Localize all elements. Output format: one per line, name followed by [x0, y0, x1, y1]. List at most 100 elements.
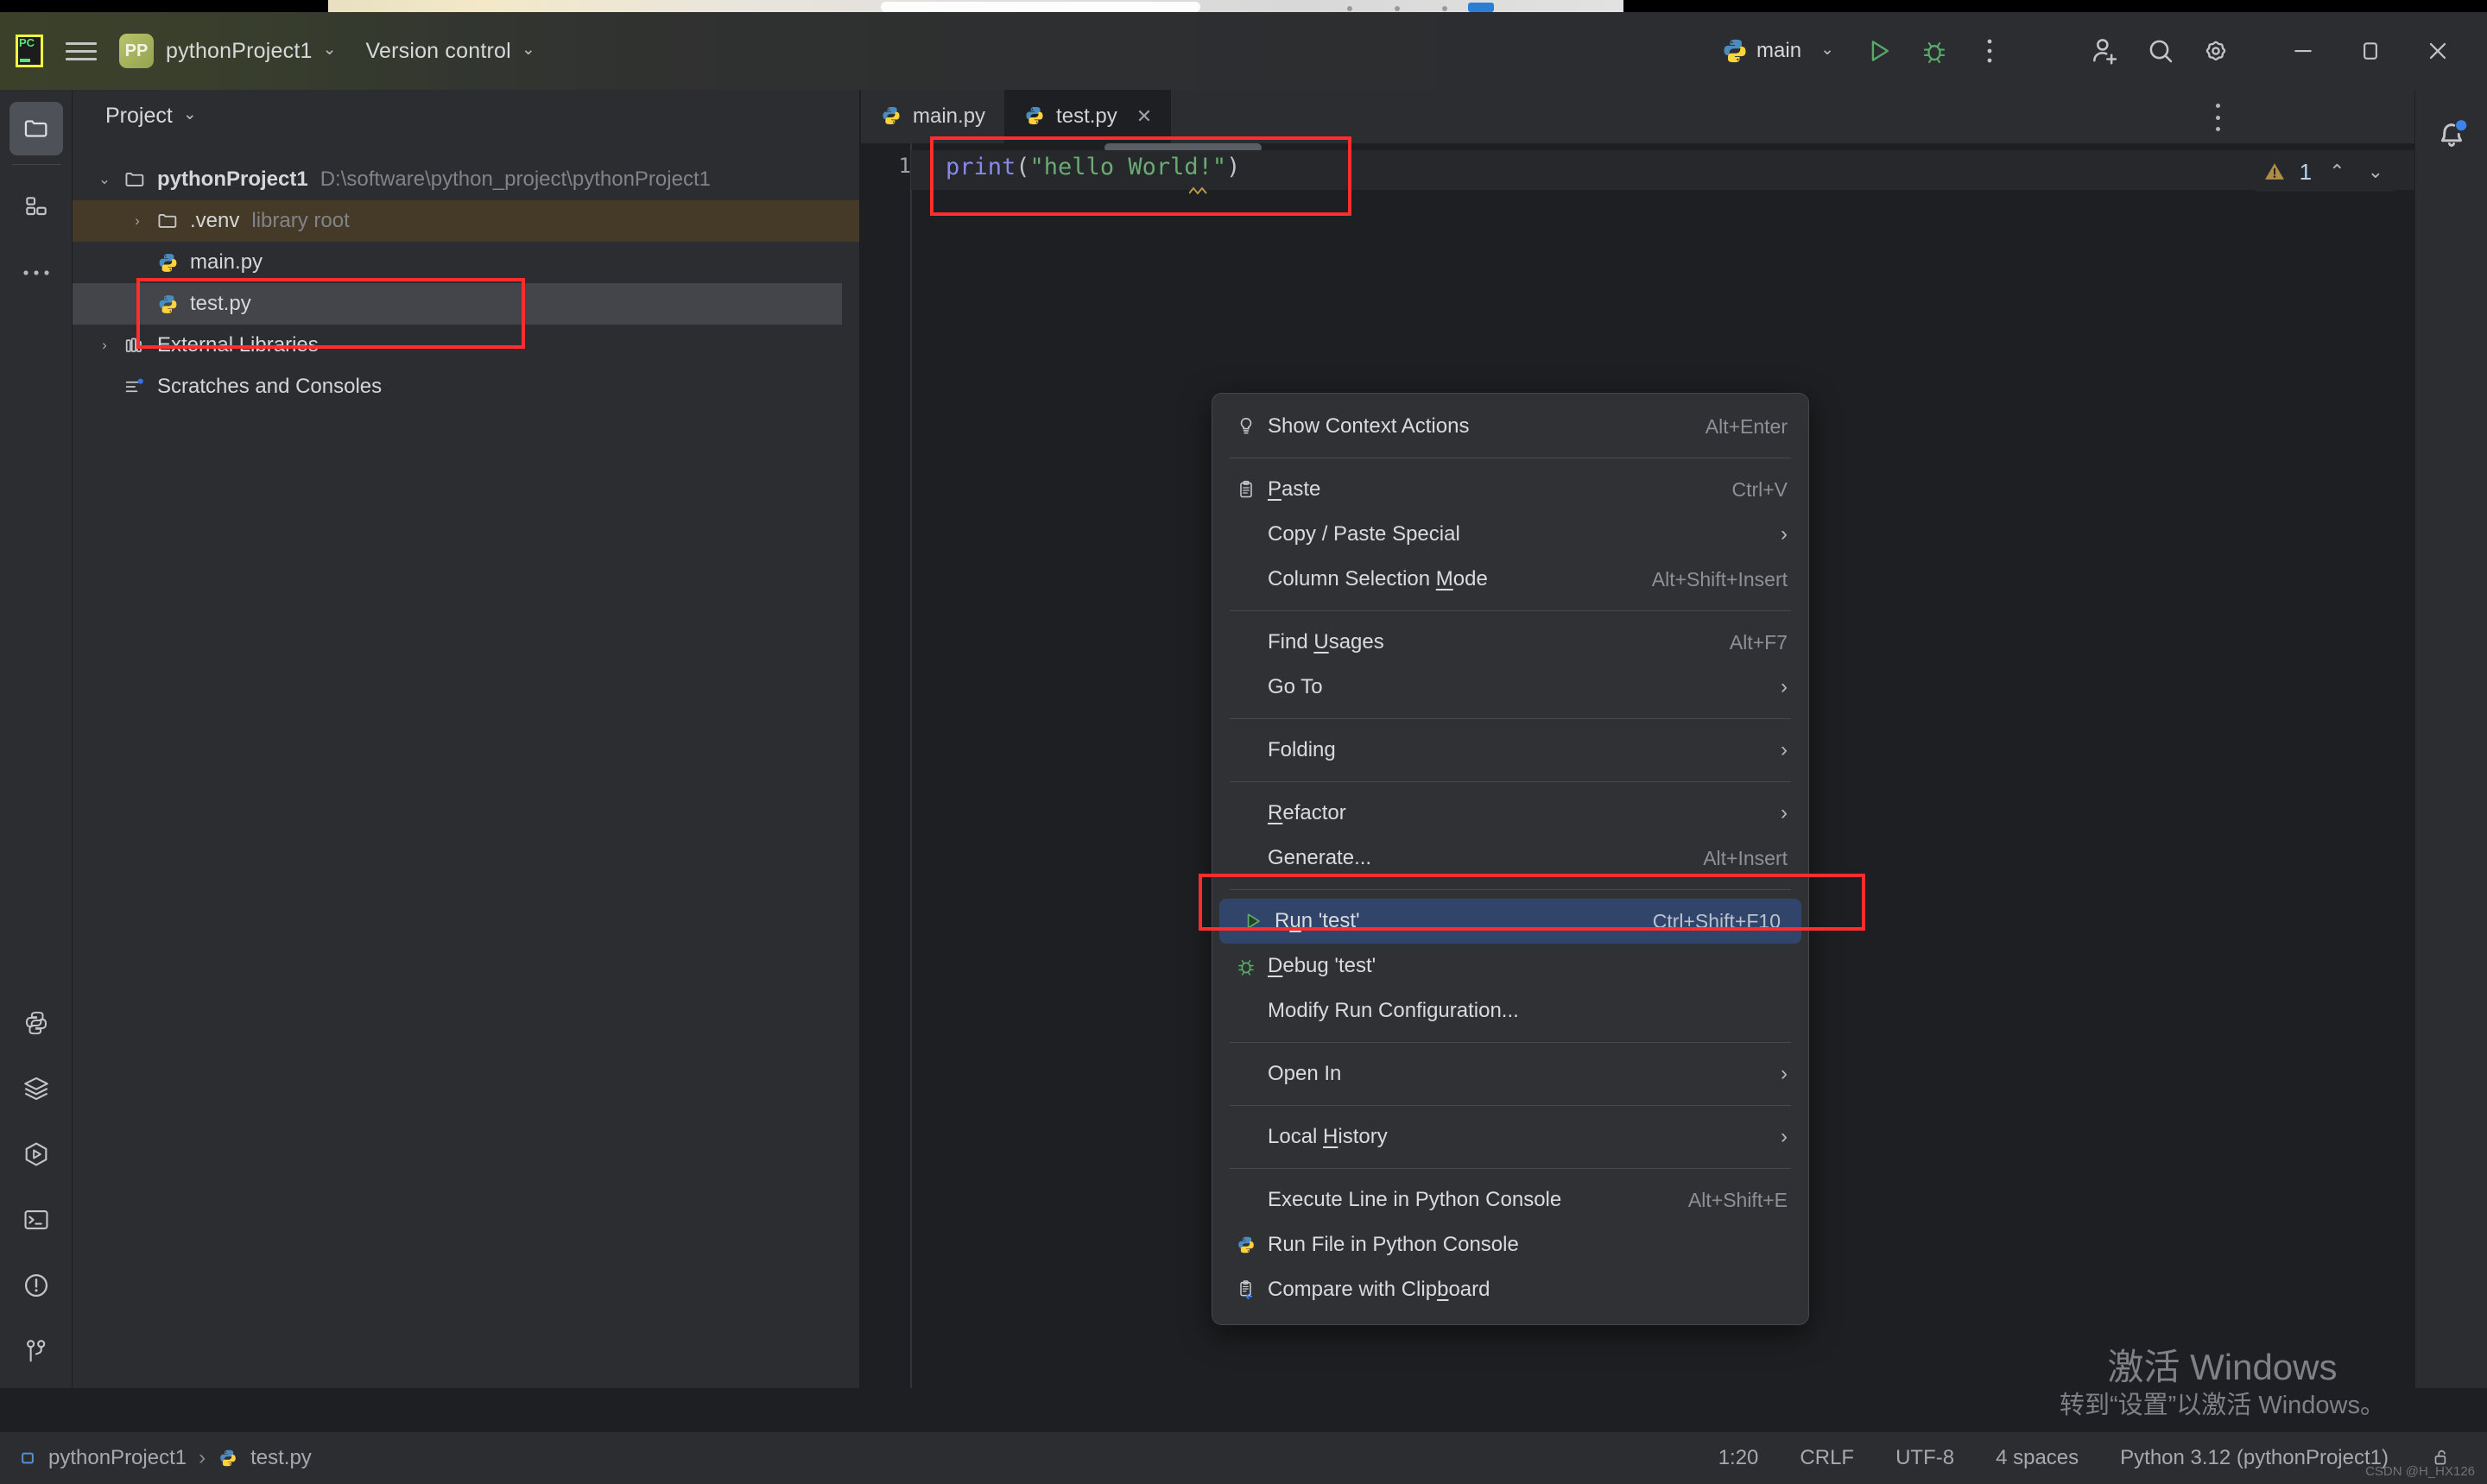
version-control-branch-icon: [26, 1340, 45, 1362]
line-separator[interactable]: CRLF: [1800, 1446, 1854, 1470]
close-tab-icon[interactable]: ✕: [1136, 105, 1152, 128]
project-tree: ⌄ pythonProject1 D:\software\python_proj…: [73, 142, 859, 407]
menu-item-label: Modify Run Configuration...: [1268, 999, 1519, 1022]
tree-item-pythonproject1[interactable]: ⌄ pythonProject1 D:\software\python_proj…: [73, 159, 859, 200]
debug-bug-icon: [1230, 955, 1262, 977]
editor-options-icon[interactable]: [2202, 104, 2233, 131]
sidebar-item-terminal[interactable]: [9, 1193, 63, 1247]
debug-bug-icon: [1923, 41, 1946, 64]
tree-item-test-py[interactable]: test.py: [73, 283, 842, 325]
maximize-window-button[interactable]: [2337, 12, 2404, 90]
structure-icon: [25, 197, 47, 216]
watermark-credit: CSDN @H_HX126: [2365, 1464, 2475, 1479]
warning-squiggle-icon: [1189, 186, 1207, 195]
inspection-widget[interactable]: 1 ⌃ ⌄: [2250, 152, 2399, 192]
menu-separator: [1230, 781, 1791, 782]
add-user-button[interactable]: [2078, 23, 2133, 79]
menu-item-paste[interactable]: Paste Ctrl+V: [1212, 467, 1808, 512]
editor-context-menu[interactable]: Show Context Actions Alt+Enter Paste Ctr…: [1212, 393, 1809, 1325]
menu-item-go-to[interactable]: Go To ›: [1212, 665, 1808, 710]
next-highlight-icon[interactable]: ⌄: [2363, 161, 2389, 183]
menu-item-mnemonic: R: [1268, 801, 1283, 824]
chevron-right-icon: ›: [1781, 522, 1788, 546]
run-hexagon-icon: [25, 1142, 47, 1166]
tab-main-py[interactable]: main.py: [861, 90, 1004, 143]
title-bar: PC PP pythonProject1 ⌄ Version control ⌄: [0, 12, 2487, 90]
hamburger-menu-icon[interactable]: [66, 38, 97, 64]
tree-item-main-py[interactable]: main.py: [73, 242, 859, 283]
debug-button[interactable]: [1907, 23, 1962, 79]
tab-label: test.py: [1056, 104, 1117, 128]
menu-item-execute-line-in-python-console[interactable]: Execute Line in Python Console Alt+Shift…: [1212, 1178, 1808, 1222]
watermark-line-2: 转到“设置”以激活 Windows。: [2059, 1392, 2385, 1420]
breadcrumb-item-project[interactable]: pythonProject1: [48, 1446, 187, 1470]
previous-highlight-icon[interactable]: ⌃: [2324, 161, 2350, 183]
sidebar-item-python-packages[interactable]: [9, 996, 63, 1050]
python-interpreter[interactable]: Python 3.12 (pythonProject1): [2120, 1446, 2389, 1470]
sidebar-item-structure[interactable]: [9, 180, 63, 234]
code-content[interactable]: print("hello World!"): [946, 154, 1240, 180]
sidebar-item-database[interactable]: [9, 1062, 63, 1115]
paste-clipboard-icon: [1230, 478, 1262, 501]
chevron-right-icon: ›: [1781, 675, 1788, 698]
menu-item-debug-test[interactable]: Debug 'test': [1212, 944, 1808, 988]
sidebar-item-more-tool-windows[interactable]: [9, 246, 63, 300]
folder-icon: [119, 167, 150, 192]
tab-test-py[interactable]: test.py ✕: [1004, 90, 1172, 143]
sidebar-item-run[interactable]: [9, 1127, 63, 1181]
sidebar-item-problems[interactable]: [9, 1259, 63, 1312]
menu-item-label: Go To: [1268, 675, 1323, 698]
notification-bell-icon: [2440, 120, 2466, 147]
settings-button[interactable]: [2188, 23, 2243, 79]
chevron-right-icon: ›: [1781, 1125, 1788, 1148]
menu-item-copy-paste-special[interactable]: Copy / Paste Special ›: [1212, 512, 1808, 557]
chevron-down-icon: ⌄: [322, 40, 337, 59]
breadcrumb-item-file[interactable]: test.py: [250, 1446, 312, 1470]
project-panel-header[interactable]: Project ⌄: [73, 90, 859, 142]
tree-item-venv[interactable]: › .venv library root: [73, 200, 859, 242]
chevron-right-icon: ›: [1781, 1062, 1788, 1085]
menu-item-generate[interactable]: Generate... Alt+Insert: [1212, 836, 1808, 881]
sidebar-item-version-control[interactable]: [9, 1324, 63, 1378]
chevron-down-icon[interactable]: ⌄: [90, 171, 119, 188]
more-actions-button[interactable]: [1962, 23, 2017, 79]
menu-item-modify-run-configuration[interactable]: Modify Run Configuration...: [1212, 988, 1808, 1033]
close-icon: [2429, 42, 2446, 60]
notifications-button[interactable]: [2433, 114, 2471, 156]
menu-item-label: Generate...: [1268, 846, 1372, 869]
menu-item-run-file-in-python-console[interactable]: Run File in Python Console: [1212, 1222, 1808, 1267]
menu-item-run-test[interactable]: Run 'test' Ctrl+Shift+F10: [1219, 899, 1801, 944]
tree-item-external-libraries[interactable]: › External Libraries: [73, 325, 859, 366]
caret-position[interactable]: 1:20: [1718, 1446, 1759, 1470]
search-button[interactable]: [2133, 23, 2188, 79]
menu-item-find-usages[interactable]: Find Usages Alt+F7: [1212, 620, 1808, 665]
menu-separator: [1230, 610, 1791, 611]
run-configuration-selector[interactable]: main ⌄: [1712, 37, 1845, 65]
more-vertical-icon: [1987, 39, 1992, 63]
warning-triangle-icon: [2264, 163, 2284, 180]
run-button[interactable]: [1851, 23, 1907, 79]
tree-item-scratches-and-consoles[interactable]: Scratches and Consoles: [73, 366, 859, 407]
menu-item-local-history[interactable]: Local History ›: [1212, 1115, 1808, 1159]
version-control-menu[interactable]: Version control ⌄: [366, 39, 535, 64]
menu-item-shortcut: Alt+Shift+E: [1687, 1188, 1788, 1211]
menu-item-column-selection-mode[interactable]: Column Selection Mode Alt+Shift+Insert: [1212, 557, 1808, 602]
menu-item-show-context-actions[interactable]: Show Context Actions Alt+Enter: [1212, 404, 1808, 449]
sidebar-item-project[interactable]: [9, 102, 63, 155]
more-tool-windows-icon: [22, 270, 49, 275]
external-libraries-icon: [119, 333, 150, 357]
indent-setting[interactable]: 4 spaces: [1996, 1446, 2079, 1470]
menu-item-compare-with-clipboard[interactable]: Compare with Clipboard: [1212, 1267, 1808, 1312]
project-name-label: pythonProject1: [166, 38, 313, 63]
menu-item-open-in[interactable]: Open In ›: [1212, 1051, 1808, 1096]
tree-item-path: D:\software\python_project\pythonProject…: [320, 167, 711, 191]
pycharm-logo-icon: PC: [16, 35, 43, 67]
close-window-button[interactable]: [2404, 12, 2471, 90]
menu-item-refactor[interactable]: Refactor ›: [1212, 791, 1808, 836]
chevron-right-icon[interactable]: ›: [123, 212, 152, 230]
project-selector[interactable]: PP pythonProject1 ⌄: [119, 34, 337, 68]
menu-item-folding[interactable]: Folding ›: [1212, 728, 1808, 773]
minimize-window-button[interactable]: [2269, 12, 2337, 90]
chevron-right-icon[interactable]: ›: [90, 337, 119, 354]
file-encoding[interactable]: UTF-8: [1895, 1446, 1954, 1470]
